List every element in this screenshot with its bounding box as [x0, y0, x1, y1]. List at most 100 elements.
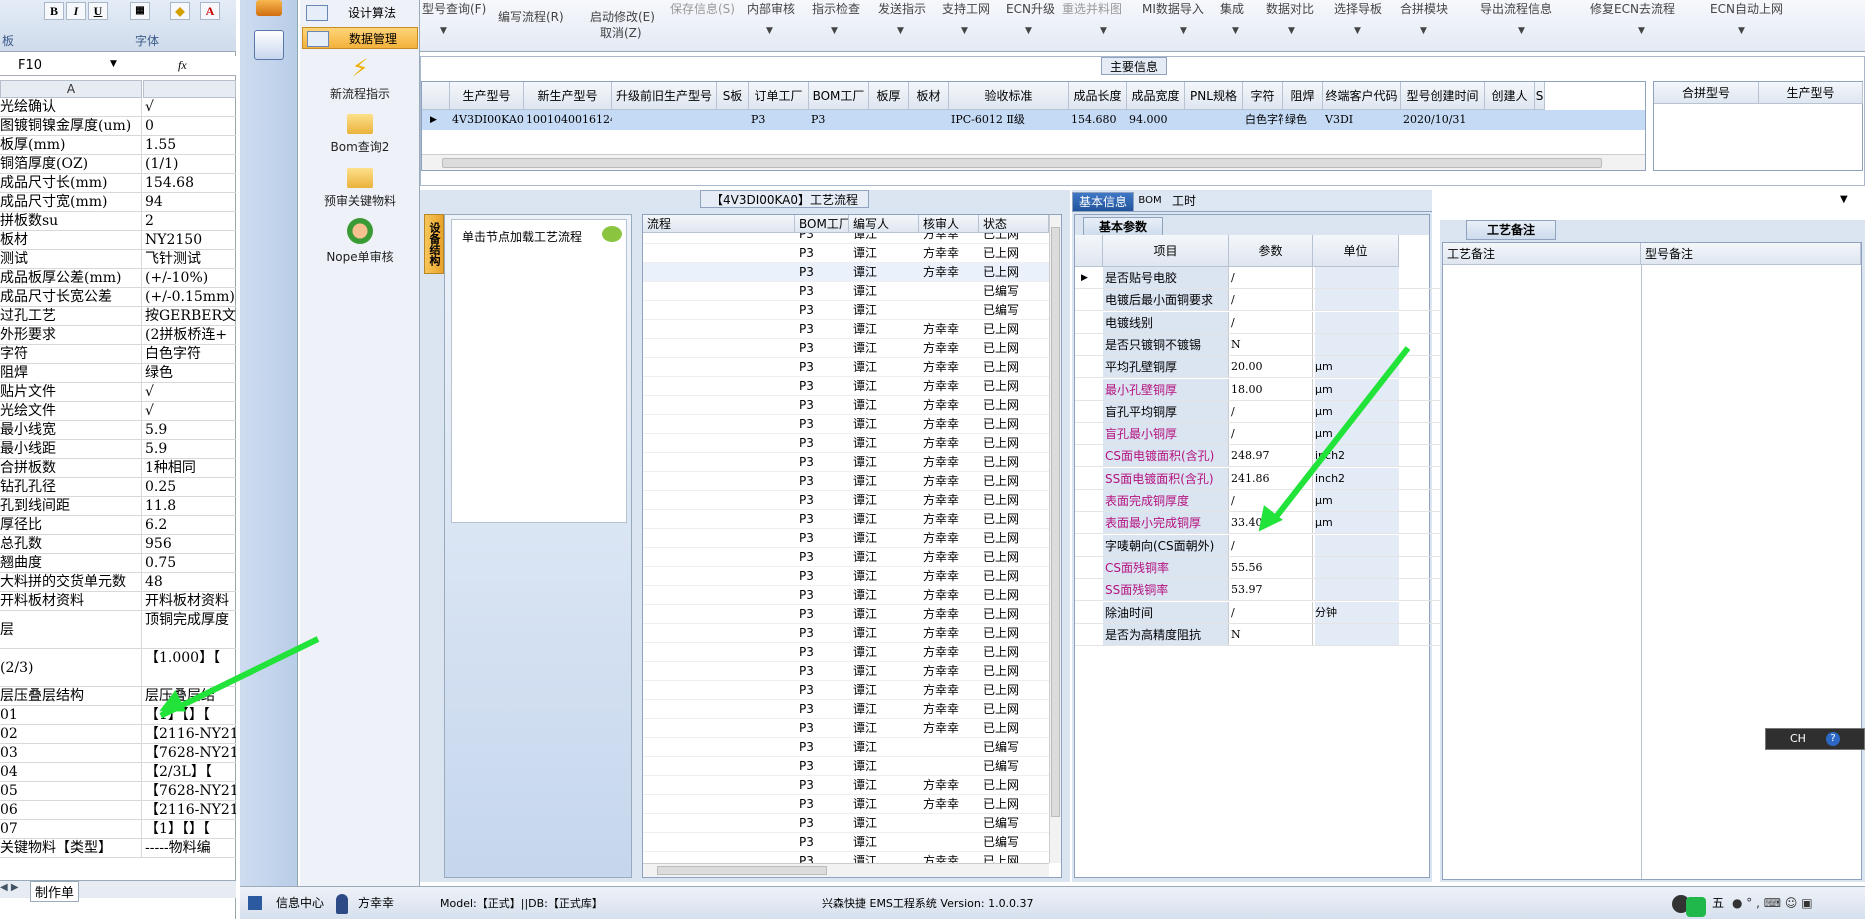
col-header[interactable]: S板 [717, 82, 749, 110]
main-info-cell[interactable]: P3 [811, 110, 869, 130]
excel-cell-a[interactable]: 开料板材资料 [0, 592, 142, 610]
tree-row[interactable]: 电子测试P3谭江已编写 [643, 757, 1049, 776]
vertical-scrollbar[interactable] [1049, 215, 1061, 863]
excel-cell-b[interactable]: 0.25 [145, 478, 236, 496]
param-row[interactable]: 表面完成铜厚度 / μm [1075, 490, 1440, 512]
col-header[interactable]: 板厚 [869, 82, 909, 110]
name-box[interactable]: F10 [18, 58, 42, 73]
param-value[interactable]: / [1231, 423, 1313, 445]
excel-cell-a[interactable]: 过孔工艺 [0, 307, 142, 325]
toolbar-item[interactable]: MI数据导入 [1142, 0, 1204, 17]
excel-row[interactable]: 03 【7628-NY21 [0, 744, 236, 763]
excel-cell-a[interactable]: 测试 [0, 250, 142, 268]
excel-row[interactable]: 成品尺寸长(mm) 154.68 [0, 174, 236, 193]
excel-cell-b[interactable]: 6.2 [145, 516, 236, 534]
toolbar-item[interactable]: 型号查询(F) [422, 0, 486, 17]
excel-cell-b[interactable]: (+/-10%) [145, 269, 236, 287]
dropdown-icon[interactable]: ▼ [897, 26, 904, 36]
excel-cell-a[interactable]: 光绘文件 [0, 402, 142, 420]
tree-row[interactable]: 字符P3谭江方幸幸已上网 [643, 605, 1049, 624]
excel-cell-a[interactable]: 07 [0, 820, 142, 838]
windows-icon[interactable] [248, 896, 262, 910]
param-value[interactable]: 18.00 [1231, 378, 1313, 400]
col-header[interactable]: 创建人 [1485, 82, 1535, 110]
tree-row[interactable]: 预烘P3谭江方幸幸已上网 [643, 529, 1049, 548]
excel-row[interactable]: 成品板厚公差(mm) (+/-10%) [0, 269, 236, 288]
main-info-cell[interactable]: 白色字符 [1245, 110, 1283, 130]
tree-row[interactable]: 外层AOI1P3谭江方幸幸已上网 [643, 434, 1049, 453]
excel-cell-b[interactable]: 【1.000】【 [145, 649, 236, 667]
excel-cell-a[interactable]: 图镀铜镍金厚度(um) [0, 117, 142, 135]
toolbar-item[interactable]: 选择导板 [1334, 0, 1382, 17]
param-value[interactable]: / [1231, 534, 1313, 556]
param-row[interactable]: SS面电镀面积(含孔) 241.86 inch2 [1075, 467, 1440, 490]
excel-cell-b[interactable]: √ [145, 383, 236, 401]
excel-row[interactable]: 02 【2116-NY21 [0, 725, 236, 744]
excel-row[interactable]: 翘曲度 0.75 [0, 554, 236, 573]
dropdown-icon[interactable]: ▼ [1420, 26, 1427, 36]
tree-row[interactable]: 终固化P3谭江方幸幸已上网 [643, 624, 1049, 643]
excel-cell-a[interactable]: 成品尺寸长(mm) [0, 174, 142, 192]
excel-row[interactable]: 过孔工艺按GERBER文件 [0, 307, 236, 326]
col-header[interactable]: S [1535, 82, 1545, 110]
col-header[interactable]: 型号创建时间 [1401, 82, 1485, 110]
excel-row[interactable]: 06 【2116-NY21 [0, 801, 236, 820]
tree-row[interactable]: 喷砂P3谭江方幸幸已上网 [643, 662, 1049, 681]
param-row[interactable]: SS面残铜率 53.97 [1075, 579, 1440, 602]
tab-hours[interactable]: 工时 [1168, 192, 1200, 210]
excel-cell-a[interactable]: 光绘确认 [0, 98, 142, 116]
tree-row[interactable]: −沉金P3谭江方幸幸已上网 [643, 643, 1049, 662]
excel-cell-b[interactable]: √ [145, 402, 236, 420]
dropdown-icon[interactable]: ▼ [961, 26, 968, 36]
param-value[interactable]: N [1231, 333, 1313, 355]
excel-cell-a[interactable]: 成品尺寸宽(mm) [0, 193, 142, 211]
column-header-a[interactable]: A [0, 80, 142, 98]
tab-basic-info[interactable]: 基本信息 [1072, 192, 1134, 212]
excel-cell-b[interactable]: 0 [145, 117, 236, 135]
excel-cell-b[interactable]: 11.8 [145, 497, 236, 515]
excel-row[interactable]: 光绘文件 √ [0, 402, 236, 421]
toolbar-item[interactable]: 合拼模块 [1400, 0, 1448, 17]
excel-cell-b[interactable]: 956 [145, 535, 236, 553]
excel-row[interactable]: 开料板材资料 开料板材资料 [0, 592, 236, 611]
param-value[interactable]: / [1231, 311, 1313, 333]
excel-cell-a[interactable]: 层压叠层结构 [0, 687, 142, 705]
toolbar-item[interactable]: 指示检查 [812, 0, 860, 17]
excel-row[interactable]: 最小线距 5.9 [0, 440, 236, 459]
col-header[interactable]: 成品长度 [1069, 82, 1127, 110]
excel-cell-b[interactable]: (1/1) [145, 155, 236, 173]
param-row[interactable]: CS面电镀面积(含孔) 248.97 inch2 [1075, 445, 1440, 468]
toolbar-item[interactable]: 发送指示 [878, 0, 926, 17]
tool-prereview[interactable]: 预审关键物料 [310, 168, 410, 209]
calculator-icon[interactable] [254, 30, 284, 60]
ime-mode[interactable]: 五 [1712, 887, 1724, 920]
param-row[interactable]: 除油时间 / 分钟 [1075, 601, 1440, 624]
param-row[interactable]: 是否只镀铜不镀锡 N [1075, 333, 1440, 356]
bold-button[interactable]: B [44, 2, 64, 20]
excel-row[interactable]: 厚径比 6.2 [0, 516, 236, 535]
param-row[interactable]: 电镀线别 / [1075, 311, 1440, 334]
tree-row[interactable]: −外形1P3谭江已编写 [643, 814, 1049, 833]
excel-row[interactable]: 贴片文件 √ [0, 383, 236, 402]
excel-row[interactable]: 成品尺寸宽(mm) 94 [0, 193, 236, 212]
panel-collapse-icon[interactable]: ▼ [1840, 190, 1865, 210]
sheet-nav-icon[interactable]: ◀ ▶ [0, 882, 19, 893]
param-value[interactable]: / [1231, 490, 1313, 511]
excel-cell-a[interactable]: 铜箔厚度(OZ) [0, 155, 142, 173]
tree-row[interactable]: 成品清洗1P3谭江方幸幸已上网 [643, 852, 1049, 863]
excel-row[interactable]: 层顶铜完成厚度 [0, 611, 236, 649]
column-header-b[interactable] [143, 80, 236, 98]
col-header[interactable]: 成品宽度 [1127, 82, 1185, 110]
col-header[interactable]: 状态 [979, 215, 1049, 233]
excel-cell-a[interactable]: 层 [0, 611, 142, 648]
tree-row[interactable]: −字符P3谭江方幸幸已上网 [643, 586, 1049, 605]
excel-cell-a[interactable]: 最小线距 [0, 440, 142, 458]
excel-cell-b[interactable]: 94 [145, 193, 236, 211]
excel-row[interactable]: 总孔数 956 [0, 535, 236, 554]
param-row[interactable]: 是否为高精度阻抗 N [1075, 623, 1440, 646]
excel-cell-a[interactable]: 02 [0, 725, 142, 743]
col-header[interactable]: 阻焊 [1283, 82, 1323, 110]
tree-row[interactable]: 退锡P3谭江方幸幸已上网 [643, 396, 1049, 415]
tree-row[interactable]: 丝印P3谭江方幸幸已上网 [643, 510, 1049, 529]
col-header[interactable]: 生产型号 [450, 82, 524, 110]
